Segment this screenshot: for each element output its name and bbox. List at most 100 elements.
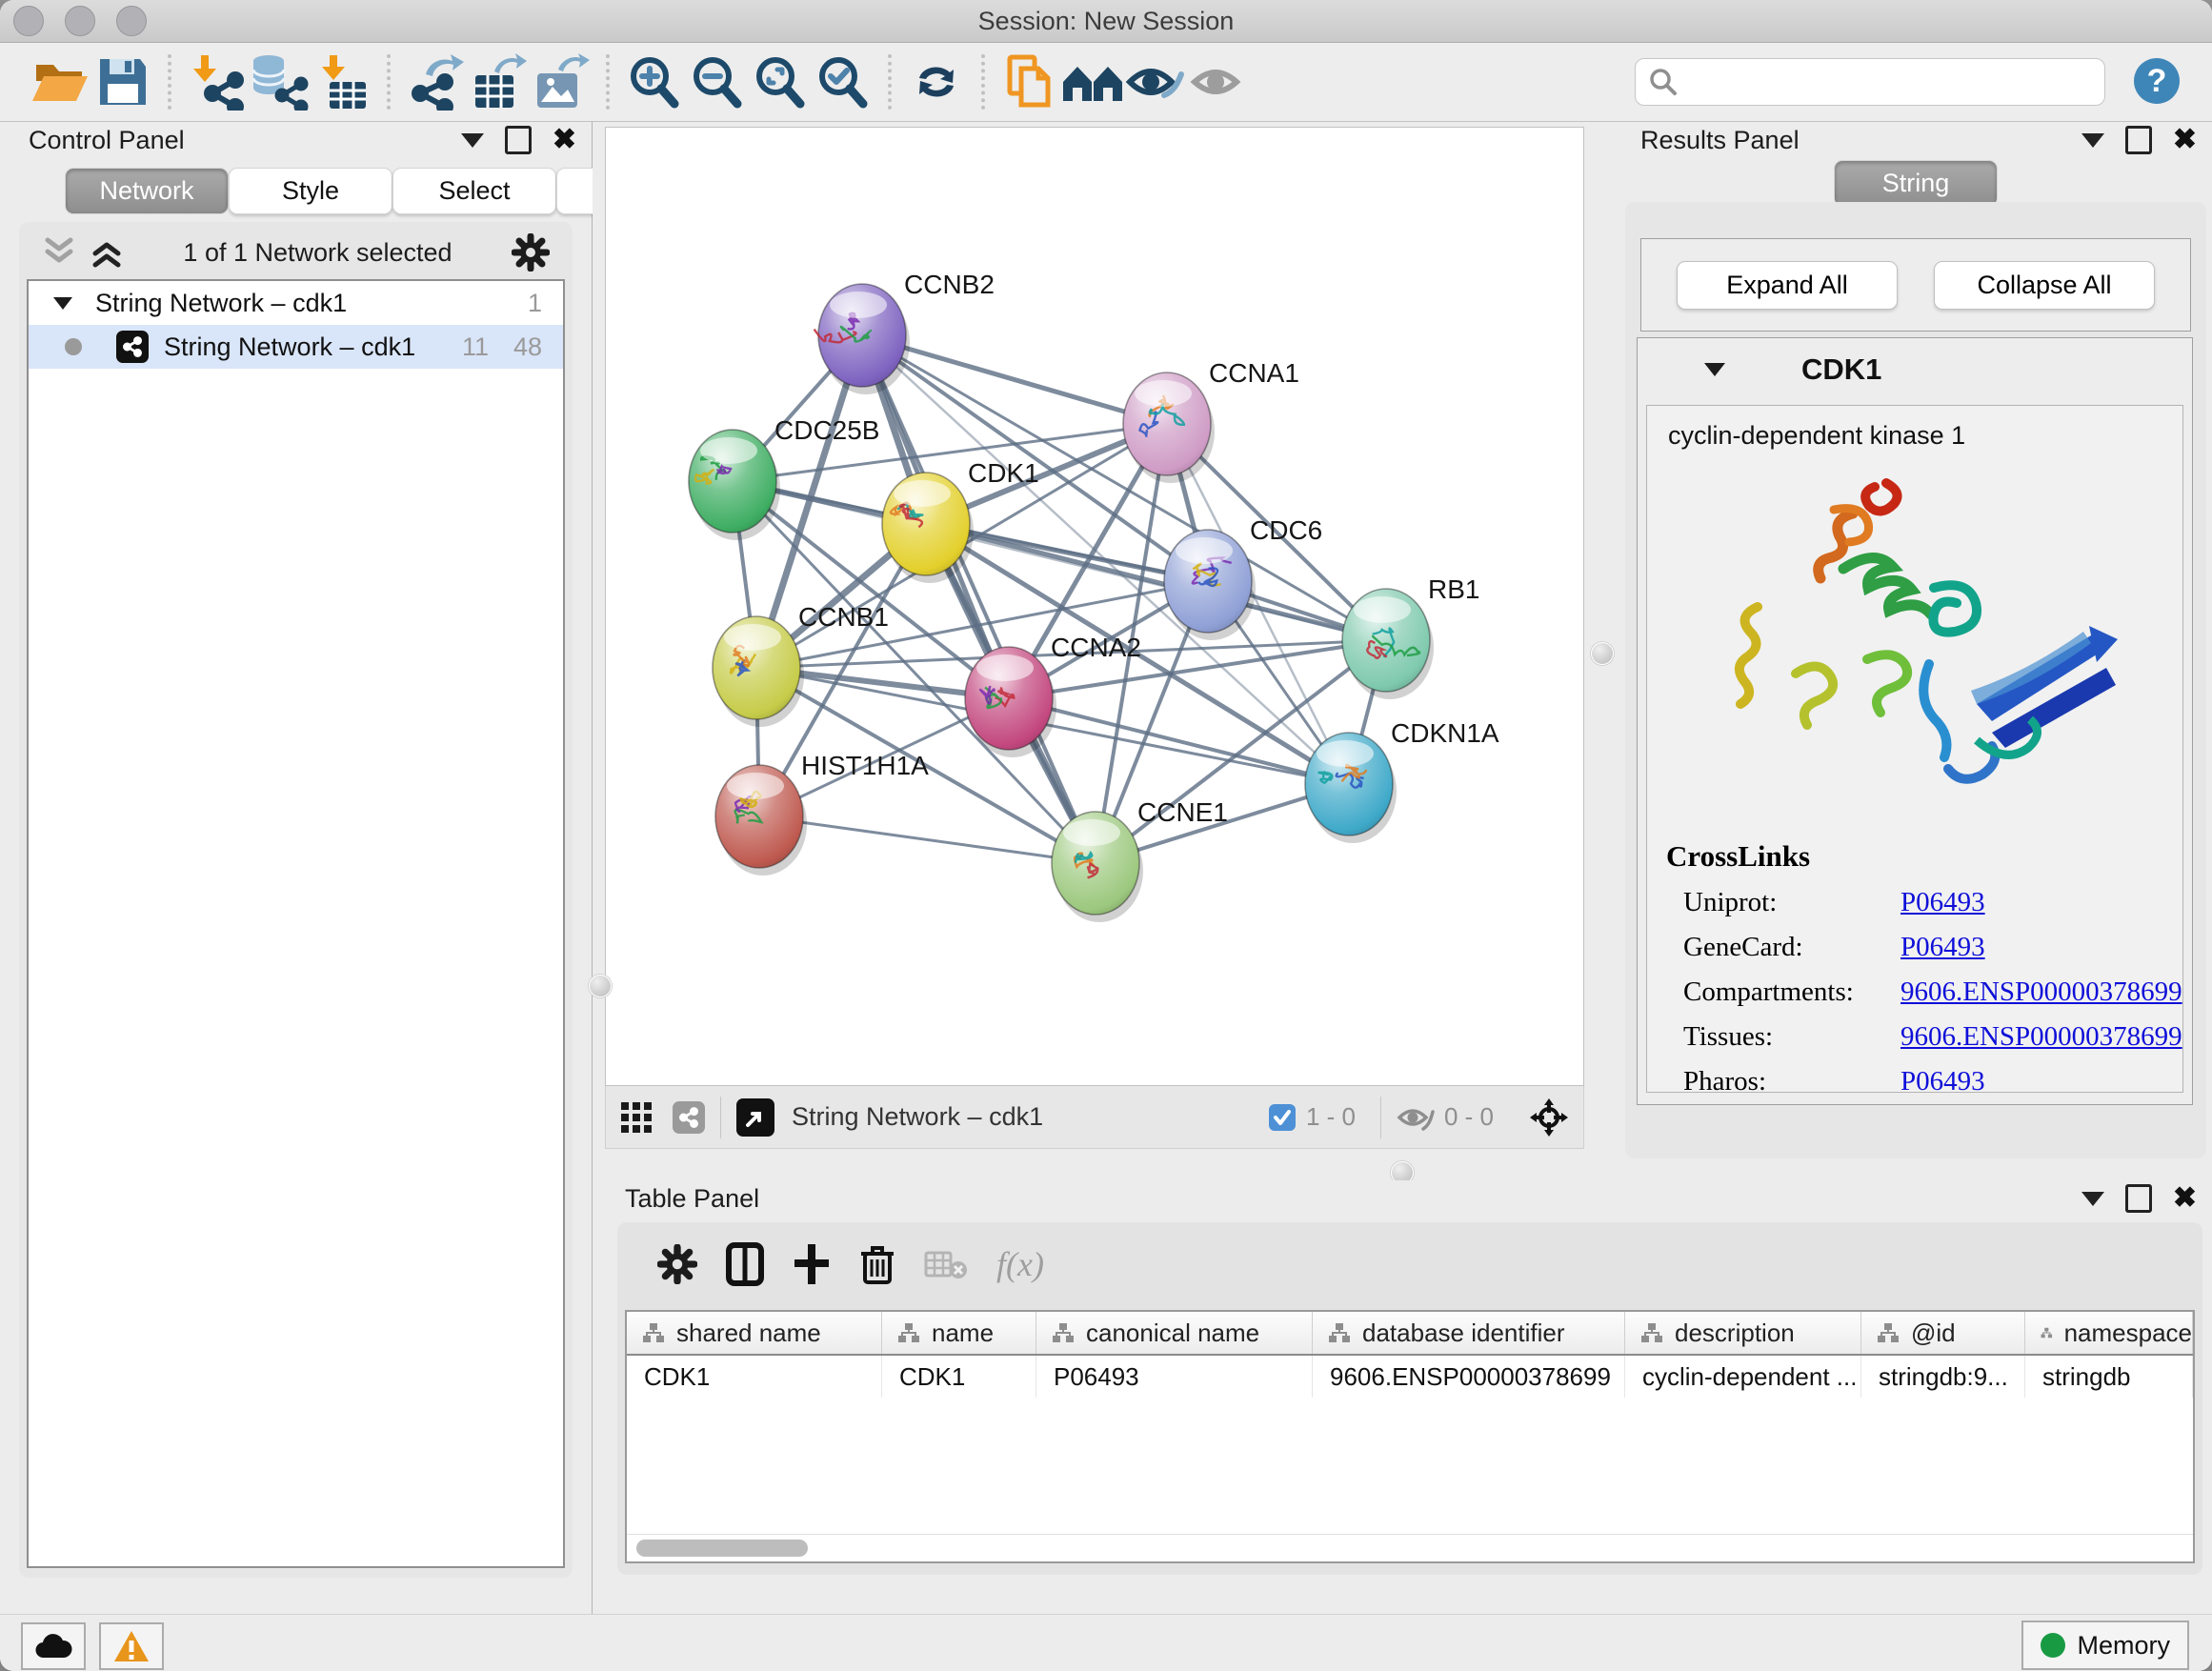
crosslink-value-link[interactable]: P06493 bbox=[1900, 887, 1985, 918]
network-node-cdc25b[interactable] bbox=[689, 430, 780, 540]
crosslink-value-link[interactable]: P06493 bbox=[1900, 932, 1985, 963]
expand-all-icon[interactable] bbox=[90, 236, 124, 269]
network-options-gear-icon[interactable] bbox=[512, 233, 550, 272]
selected-checkbox-icon[interactable] bbox=[1268, 1103, 1297, 1132]
show-all-button[interactable] bbox=[1187, 51, 1250, 112]
import-network-file-button[interactable] bbox=[185, 51, 248, 112]
network-node-ccnb2[interactable] bbox=[814, 284, 910, 394]
open-in-window-button[interactable] bbox=[736, 1098, 774, 1137]
network-node-cdc6[interactable] bbox=[1164, 530, 1256, 640]
table-options-gear-icon[interactable] bbox=[657, 1244, 697, 1284]
tree-expander-icon[interactable] bbox=[51, 293, 74, 312]
network-edge[interactable] bbox=[759, 816, 1096, 863]
network-node-cdk1[interactable] bbox=[882, 473, 974, 583]
search-field[interactable] bbox=[1635, 58, 2105, 106]
crosslink-value-link[interactable]: 9606.ENSP00000378699 bbox=[1900, 1021, 2182, 1053]
tab-network[interactable]: Network bbox=[65, 168, 229, 214]
table-cell[interactable]: P06493 bbox=[1036, 1356, 1313, 1398]
grid-view-icon[interactable] bbox=[619, 1100, 654, 1135]
column-header--id[interactable]: @id bbox=[1861, 1312, 2025, 1354]
collapse-panel-icon[interactable] bbox=[2081, 1192, 2104, 1206]
export-table-button[interactable] bbox=[467, 51, 530, 112]
scrollbar-thumb[interactable] bbox=[636, 1540, 808, 1557]
table-cell[interactable]: CDK1 bbox=[882, 1356, 1036, 1398]
hide-selected-button[interactable] bbox=[1124, 51, 1187, 112]
column-header-label: @id bbox=[1911, 1319, 1956, 1348]
hidden-eye-icon[interactable] bbox=[1397, 1102, 1435, 1133]
import-table-button[interactable] bbox=[311, 51, 373, 112]
network-edge[interactable] bbox=[862, 335, 1096, 863]
column-header-database-identifier[interactable]: database identifier bbox=[1313, 1312, 1625, 1354]
network-node-hist1h1a[interactable] bbox=[715, 765, 807, 876]
search-input[interactable] bbox=[1685, 67, 2104, 98]
network-badge-icon[interactable] bbox=[673, 1101, 705, 1134]
network-node-rb1[interactable] bbox=[1342, 589, 1434, 699]
open-session-button[interactable] bbox=[29, 51, 91, 112]
copy-pages-icon bbox=[1002, 53, 1057, 111]
table-cell[interactable]: stringdb:9... bbox=[1861, 1356, 2025, 1398]
crosslink-value-link[interactable]: 9606.ENSP00000378699 bbox=[1900, 976, 2182, 1008]
column-header-name[interactable]: name bbox=[882, 1312, 1036, 1354]
table-cell[interactable]: cyclin-dependent ... bbox=[1625, 1356, 1861, 1398]
copy-network-button[interactable] bbox=[998, 51, 1061, 112]
tab-select[interactable]: Select bbox=[392, 168, 556, 214]
select-columns-icon[interactable] bbox=[726, 1242, 764, 1286]
network-node-cdkn1a[interactable] bbox=[1305, 733, 1397, 843]
apply-layout-button[interactable] bbox=[905, 51, 968, 112]
panel-splitter-handle[interactable] bbox=[589, 975, 612, 997]
table-cell[interactable]: CDK1 bbox=[627, 1356, 882, 1398]
float-panel-icon[interactable] bbox=[2125, 126, 2152, 154]
cloud-status-button[interactable] bbox=[21, 1622, 86, 1670]
export-network-button[interactable] bbox=[404, 51, 467, 112]
column-header-canonical-name[interactable]: canonical name bbox=[1036, 1312, 1313, 1354]
vertical-splitter[interactable] bbox=[1584, 122, 1619, 1164]
table-horizontal-scrollbar[interactable] bbox=[627, 1534, 2193, 1561]
network-collection-row[interactable]: String Network – cdk1 1 bbox=[29, 281, 563, 325]
table-header-row: shared namenamecanonical namedatabase id… bbox=[627, 1312, 2193, 1356]
float-panel-icon[interactable] bbox=[505, 126, 532, 154]
close-panel-icon[interactable]: ✖ bbox=[2173, 1184, 2197, 1213]
network-canvas[interactable]: CCNB2CCNA1CDC25BCDK1CDC6RB1CCNB1CCNA2CDK… bbox=[605, 127, 1584, 1086]
zoom-selected-button[interactable] bbox=[812, 51, 875, 112]
warnings-button[interactable] bbox=[99, 1622, 164, 1670]
zoom-in-button[interactable] bbox=[623, 51, 686, 112]
float-panel-icon[interactable] bbox=[2125, 1184, 2152, 1213]
help-button[interactable]: ? bbox=[2132, 56, 2182, 111]
table-cell[interactable]: stringdb bbox=[2025, 1356, 2193, 1398]
first-neighbors-button[interactable] bbox=[1061, 51, 1124, 112]
tab-style[interactable]: Style bbox=[229, 168, 392, 214]
fit-selection-crosshair-icon[interactable] bbox=[1528, 1097, 1570, 1138]
horizontal-splitter[interactable] bbox=[593, 1164, 2212, 1180]
import-network-database-button[interactable] bbox=[248, 51, 311, 112]
network-node-ccnb1[interactable] bbox=[713, 616, 804, 727]
close-panel-icon[interactable]: ✖ bbox=[553, 126, 576, 154]
crosslink-value-link[interactable]: P06493 bbox=[1900, 1066, 1985, 1093]
zoom-fit-button[interactable] bbox=[749, 51, 812, 112]
network-node-ccne1[interactable] bbox=[1052, 812, 1143, 922]
network-graph: CCNB2CCNA1CDC25BCDK1CDC6RB1CCNB1CCNA2CDK… bbox=[606, 128, 1583, 1085]
network-label: String Network – cdk1 bbox=[164, 332, 435, 362]
export-image-button[interactable] bbox=[530, 51, 593, 112]
cdk1-section-header[interactable]: CDK1 bbox=[1638, 338, 2192, 401]
collapse-all-button[interactable]: Collapse All bbox=[1934, 261, 2155, 310]
vertical-splitter-handle[interactable] bbox=[1591, 642, 1614, 665]
collapse-panel-icon[interactable] bbox=[461, 133, 484, 148]
save-session-button[interactable] bbox=[91, 51, 154, 112]
memory-button[interactable]: Memory bbox=[2021, 1621, 2189, 1670]
section-expander-icon[interactable] bbox=[1702, 359, 1727, 380]
network-row[interactable]: String Network – cdk1 11 48 bbox=[29, 325, 563, 369]
delete-column-trash-icon[interactable] bbox=[859, 1242, 895, 1286]
collapse-panel-icon[interactable] bbox=[2081, 133, 2104, 148]
table-cell[interactable]: 9606.ENSP00000378699 bbox=[1313, 1356, 1625, 1398]
collapse-all-icon[interactable] bbox=[42, 236, 76, 269]
zoom-out-button[interactable] bbox=[686, 51, 749, 112]
add-column-icon[interactable] bbox=[793, 1242, 831, 1286]
close-panel-icon[interactable]: ✖ bbox=[2173, 126, 2197, 154]
column-header-namespace[interactable]: namespace bbox=[2025, 1312, 2193, 1354]
column-header-shared-name[interactable]: shared name bbox=[627, 1312, 882, 1354]
network-node-ccna1[interactable] bbox=[1123, 372, 1215, 483]
column-header-description[interactable]: description bbox=[1625, 1312, 1861, 1354]
expand-all-button[interactable]: Expand All bbox=[1677, 261, 1898, 310]
tab-string[interactable]: String bbox=[1834, 160, 1998, 207]
table-row[interactable]: CDK1CDK1P064939606.ENSP00000378699cyclin… bbox=[627, 1356, 2193, 1398]
